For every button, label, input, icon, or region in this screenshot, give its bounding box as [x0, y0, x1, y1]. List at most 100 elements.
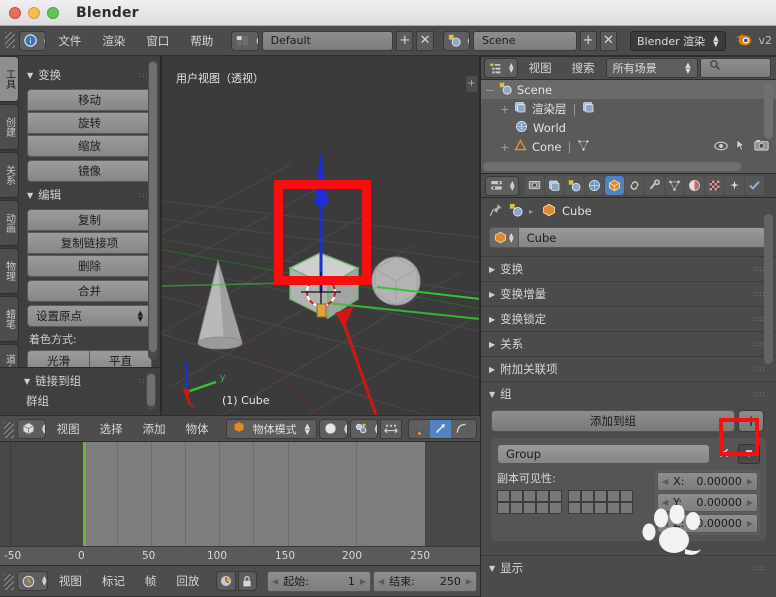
- chevron-right-icon[interactable]: ▶: [747, 477, 753, 486]
- layer-cell[interactable]: [607, 502, 620, 514]
- editor-type-spinner-icon[interactable]: ▲▼: [41, 31, 46, 50]
- layer-grid-block-2[interactable]: [568, 490, 633, 514]
- layer-cell[interactable]: [568, 502, 581, 514]
- modifiers-tab-icon[interactable]: [644, 176, 664, 195]
- timeline-menu-view[interactable]: 视图: [50, 570, 91, 592]
- chevron-right-icon[interactable]: ▶: [360, 577, 366, 586]
- object-tab-icon[interactable]: [604, 176, 624, 195]
- tool-tab-grease-pencil[interactable]: 蜡笔: [0, 296, 19, 342]
- layer-cell[interactable]: [549, 502, 562, 514]
- screen-layout-name[interactable]: Default: [261, 30, 394, 51]
- renderlayer-data-icon[interactable]: [582, 101, 595, 117]
- outliner-vertical-scrollbar[interactable]: [764, 84, 773, 139]
- layer-cell[interactable]: [523, 502, 536, 514]
- translate-manipulator-icon[interactable]: [409, 419, 431, 438]
- outliner-row-world[interactable]: World: [481, 118, 776, 137]
- remove-screen-button[interactable]: ✕: [416, 30, 434, 51]
- minimize-window-button[interactable]: [28, 6, 40, 19]
- frame-end-field[interactable]: ◀ 结束: 250 ▶: [373, 570, 478, 592]
- renderlayers-tab-icon[interactable]: [544, 176, 564, 195]
- timeline-canvas[interactable]: [0, 442, 480, 546]
- panel-delta-transform[interactable]: ▶ 变换增量 ::::: [481, 281, 776, 306]
- outliner-horizontal-scrollbar[interactable]: [483, 162, 741, 171]
- tool-move-button[interactable]: 移动: [27, 89, 152, 111]
- chevron-right-icon[interactable]: ▶: [747, 519, 753, 528]
- eye-icon[interactable]: [714, 140, 728, 154]
- physics-tab-icon[interactable]: [744, 176, 764, 195]
- viewport-shading-selector[interactable]: ▲▼: [319, 418, 348, 439]
- timeline-playhead[interactable]: [83, 442, 86, 546]
- outliner-menu-search[interactable]: 搜索: [563, 57, 604, 79]
- menu-help[interactable]: 帮助: [181, 30, 222, 52]
- tool-shelf-scrollbar[interactable]: [148, 60, 158, 360]
- group-name-input[interactable]: Group: [497, 444, 710, 464]
- zoom-window-button[interactable]: [47, 6, 59, 19]
- viewport-open-panel-tab[interactable]: +: [466, 76, 477, 92]
- chevron-right-icon[interactable]: ▶: [466, 577, 472, 586]
- panel-relations-extras[interactable]: ▶ 附加关联项 ::::: [481, 356, 776, 381]
- chevron-left-icon[interactable]: ◀: [662, 477, 668, 486]
- layer-cell[interactable]: [497, 490, 510, 502]
- scene-selector[interactable]: ▲▼: [442, 30, 470, 51]
- layer-grid[interactable]: [497, 490, 647, 514]
- sync-icon[interactable]: [216, 571, 236, 591]
- close-window-button[interactable]: [9, 6, 21, 19]
- tool-tab-animation[interactable]: 动画: [0, 200, 19, 246]
- group-offset-x[interactable]: ◀ X: 0.00000 ▶: [657, 472, 758, 491]
- tool-tab-physics[interactable]: 物理: [0, 248, 19, 294]
- add-screen-button[interactable]: +: [396, 30, 414, 51]
- layer-cell[interactable]: [497, 502, 510, 514]
- timeline-ruler[interactable]: -50 0 50 100 150 200 250: [0, 546, 480, 565]
- tool-delete-button[interactable]: 删除: [27, 255, 152, 277]
- link-panel-scrollbar[interactable]: [146, 372, 156, 410]
- menu-file[interactable]: 文件: [49, 30, 90, 52]
- outliner-menu-view[interactable]: 视图: [520, 57, 561, 79]
- layers-icon[interactable]: [472, 419, 476, 438]
- camera-icon[interactable]: [754, 139, 769, 154]
- menu-window[interactable]: 窗口: [137, 30, 178, 52]
- group-offset-z[interactable]: ◀ Z: 0.00000 ▶: [657, 514, 758, 533]
- layer-cell[interactable]: [594, 502, 607, 514]
- outliner-row-renderlayers[interactable]: + 渲染层 |: [481, 99, 776, 118]
- manipulator-buttons[interactable]: [408, 418, 477, 439]
- tool-tab-create[interactable]: 创建: [0, 104, 19, 150]
- layer-cell[interactable]: [607, 490, 620, 502]
- viewport-menu-add[interactable]: 添加: [134, 418, 175, 440]
- layer-cell[interactable]: [620, 502, 633, 514]
- outliner-search-input[interactable]: [699, 58, 771, 78]
- layer-cell[interactable]: [549, 490, 562, 502]
- panel-header-transform[interactable]: ▼ 变换 ::::: [27, 66, 152, 84]
- mesh-data-icon[interactable]: [577, 139, 590, 155]
- panel-transform[interactable]: ▶ 变换 ::::: [481, 256, 776, 281]
- scene-tab-icon[interactable]: [564, 176, 584, 195]
- layer-cell[interactable]: [620, 490, 633, 502]
- collapse-icon[interactable]: −: [485, 83, 499, 97]
- tool-scale-button[interactable]: 缩放: [27, 135, 152, 157]
- scale-manipulator-icon[interactable]: [451, 419, 473, 438]
- editor-type-spinner-icon[interactable]: ▲▼: [39, 572, 47, 590]
- layer-cell[interactable]: [536, 502, 549, 514]
- editor-type-spinner-icon[interactable]: ▲▼: [39, 419, 45, 438]
- remove-scene-button[interactable]: ✕: [599, 30, 617, 51]
- properties-scrollbar[interactable]: [764, 214, 773, 364]
- panel-header-link-to-group[interactable]: ▼ 链接到组 ::::: [24, 372, 152, 390]
- layer-grid-block-1[interactable]: [497, 490, 562, 514]
- pivot-spinner-icon[interactable]: ▲▼: [371, 419, 378, 438]
- timeline-menu-marker[interactable]: 标记: [93, 570, 134, 592]
- scene-spinner-icon[interactable]: ▲▼: [464, 31, 469, 50]
- layer-cell[interactable]: [568, 490, 581, 502]
- world-tab-icon[interactable]: [584, 176, 604, 195]
- data-tab-icon[interactable]: [664, 176, 684, 195]
- constraints-tab-icon[interactable]: [624, 176, 644, 195]
- tool-tab-tools[interactable]: 工具: [0, 56, 19, 102]
- corner-grip-icon[interactable]: [3, 418, 15, 440]
- layer-cell[interactable]: [594, 490, 607, 502]
- panel-transform-locks[interactable]: ▶ 变换锁定 ::::: [481, 306, 776, 331]
- expand-icon[interactable]: +: [500, 140, 514, 154]
- viewport-menu-select[interactable]: 选择: [91, 418, 132, 440]
- chevron-left-icon[interactable]: ◀: [662, 519, 668, 528]
- shading-spinner-icon[interactable]: ▲▼: [341, 419, 347, 438]
- panel-groups[interactable]: ▼ 组 ::::: [481, 381, 776, 406]
- add-scene-button[interactable]: +: [579, 30, 597, 51]
- editor-type-selector-outliner[interactable]: ▲ ▼: [484, 58, 518, 78]
